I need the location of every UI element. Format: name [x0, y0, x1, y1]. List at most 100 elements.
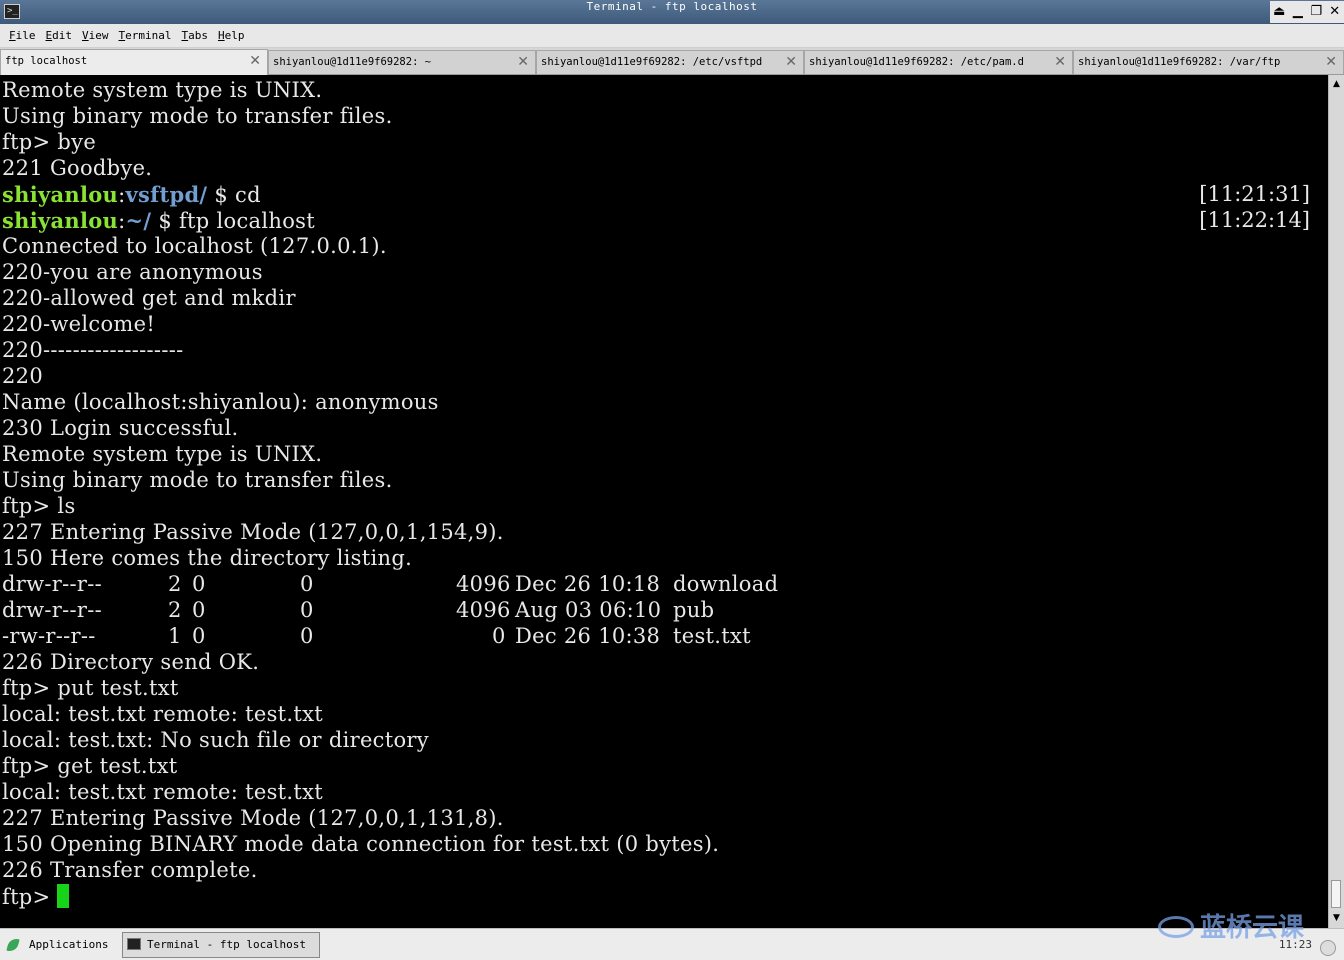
- terminal-line: 220: [2, 364, 43, 388]
- listing-size: 4096: [456, 572, 511, 596]
- listing-size: 4096: [456, 598, 511, 622]
- terminal-line: ftp> bye: [2, 130, 97, 154]
- tab-label: ftp localhost: [5, 55, 88, 67]
- prompt-dir: vsftpd/: [125, 182, 208, 207]
- listing-name: test.txt: [673, 624, 751, 648]
- tab-etc-vsftpd[interactable]: shiyanlou@1d11e9f69282: /etc/vsftpd ✕: [536, 50, 804, 74]
- listing-date: Dec 26 10:18: [515, 572, 661, 596]
- tab-bar: ftp localhost ✕ shiyanlou@1d11e9f69282: …: [0, 48, 1344, 75]
- close-button[interactable]: ✕: [1327, 2, 1343, 22]
- tab-etc-pam-d[interactable]: shiyanlou@1d11e9f69282: /etc/pam.d ✕: [804, 50, 1073, 74]
- shell-prompt: shiyanlou:~/ $ ftp localhost: [2, 208, 315, 233]
- menu-tabs[interactable]: Tabs: [181, 25, 208, 47]
- minimize-button[interactable]: ▁: [1290, 2, 1306, 22]
- listing-perm: -rw-r--r--: [2, 624, 96, 648]
- menu-file[interactable]: File: [9, 25, 36, 47]
- terminal-line: 150 Opening BINARY mode data connection …: [2, 832, 720, 856]
- close-icon: ✕: [1329, 4, 1341, 19]
- close-icon[interactable]: ✕: [249, 53, 261, 69]
- listing-row: drw-r--r-- 2 0 0 4096 Dec 26 10:18 downl…: [2, 572, 802, 598]
- close-icon[interactable]: ✕: [785, 54, 797, 70]
- listing-name: pub: [673, 598, 715, 622]
- terminal-scrollbar[interactable]: ▲ ▼: [1328, 75, 1344, 928]
- current-prompt-line[interactable]: ftp>: [2, 884, 70, 910]
- terminal-line: 220-allowed get and mkdir: [2, 286, 296, 310]
- terminal-line: 220-you are anonymous: [2, 260, 263, 284]
- applications-menu-button[interactable]: Applications: [2, 932, 114, 958]
- terminal-line: 227 Entering Passive Mode (127,0,0,1,131…: [2, 806, 504, 830]
- scrollbar-thumb[interactable]: [1331, 880, 1341, 908]
- terminal-line: 227 Entering Passive Mode (127,0,0,1,154…: [2, 520, 504, 544]
- listing-uid: 0: [192, 624, 206, 648]
- menu-bar: File Edit View Terminal Tabs Help: [0, 24, 1344, 48]
- logo-icon: [1158, 916, 1194, 938]
- shell-prompt: shiyanlou:vsftpd/ $ cd: [2, 182, 261, 207]
- terminal-line: ftp> get test.txt: [2, 754, 178, 778]
- listing-row: drw-r--r-- 2 0 0 4096 Aug 03 06:10 pub: [2, 598, 802, 624]
- text-cursor: [57, 884, 70, 908]
- menu-edit[interactable]: Edit: [46, 25, 73, 47]
- listing-gid: 0: [300, 572, 314, 596]
- prompt-timestamp: [11:22:14]: [1199, 208, 1310, 232]
- listing-name: download: [673, 572, 779, 596]
- tab-label: shiyanlou@1d11e9f69282: ~: [273, 56, 432, 68]
- restore-icon: ❐: [1310, 4, 1323, 19]
- watermark-logo: 蓝桥云课: [1158, 912, 1338, 944]
- terminal-line: Connected to localhost (127.0.0.1).: [2, 234, 387, 258]
- listing-date: Aug 03 06:10: [515, 598, 662, 622]
- listing-size: 0: [492, 624, 506, 648]
- listing-perm: drw-r--r--: [2, 572, 103, 596]
- terminal-output[interactable]: Remote system type is UNIX. Using binary…: [0, 75, 1328, 928]
- restore-button[interactable]: ❐: [1308, 2, 1324, 22]
- terminal-line: Remote system type is UNIX.: [2, 78, 323, 102]
- terminal-line: ftp> ls: [2, 494, 76, 518]
- tab-var-ftp[interactable]: shiyanlou@1d11e9f69282: /var/ftp ✕: [1073, 50, 1344, 74]
- taskbar-item-terminal[interactable]: Terminal - ftp localhost: [122, 932, 320, 958]
- listing-date: Dec 26 10:38: [515, 624, 661, 648]
- listing-row: -rw-r--r-- 1 0 0 0 Dec 26 10:38 test.txt: [2, 624, 802, 650]
- prompt-dir: ~/: [125, 208, 152, 233]
- terminal-line: 226 Directory send OK.: [2, 650, 260, 674]
- terminal-line: Remote system type is UNIX.: [2, 442, 323, 466]
- window-title: Terminal - ftp localhost: [586, 0, 758, 13]
- prompt-user: shiyanlou: [2, 208, 119, 233]
- leaf-icon: [6, 936, 20, 954]
- listing-links: 2: [168, 572, 182, 596]
- menu-view[interactable]: View: [82, 25, 109, 47]
- listing-links: 1: [168, 624, 182, 648]
- tab-home[interactable]: shiyanlou@1d11e9f69282: ~ ✕: [268, 50, 536, 74]
- tab-ftp-localhost[interactable]: ftp localhost ✕: [0, 49, 268, 75]
- terminal-line: 220-------------------: [2, 338, 184, 362]
- close-icon[interactable]: ✕: [1054, 54, 1066, 70]
- listing-gid: 0: [300, 598, 314, 622]
- minimize-icon: ▁: [1292, 4, 1303, 19]
- listing-gid: 0: [300, 624, 314, 648]
- taskbar-item-label: Terminal - ftp localhost: [147, 938, 306, 951]
- menu-terminal[interactable]: Terminal: [119, 25, 172, 47]
- terminal-line: Name (localhost:shiyanlou): anonymous: [2, 390, 439, 414]
- listing-perm: drw-r--r--: [2, 598, 103, 622]
- tab-label: shiyanlou@1d11e9f69282: /etc/vsftpd: [541, 56, 763, 68]
- close-icon[interactable]: ✕: [1325, 54, 1337, 70]
- taskbar: Applications Terminal - ftp localhost 11…: [0, 928, 1344, 960]
- title-bar[interactable]: >_ Terminal - ftp localhost ⏏ ▁ ❐ ✕: [0, 0, 1344, 24]
- scroll-up-icon[interactable]: ▲: [1329, 77, 1344, 91]
- shade-icon: ⏏: [1273, 4, 1286, 19]
- terminal-line: local: test.txt remote: test.txt: [2, 780, 323, 804]
- shade-button[interactable]: ⏏: [1271, 2, 1287, 22]
- tab-label: shiyanlou@1d11e9f69282: /var/ftp: [1078, 56, 1281, 68]
- applications-label: Applications: [29, 938, 109, 951]
- window-controls: ⏏ ▁ ❐ ✕: [1270, 1, 1344, 23]
- prompt-timestamp: [11:21:31]: [1199, 182, 1310, 206]
- terminal-window: >_ Terminal - ftp localhost ⏏ ▁ ❐ ✕ File…: [0, 0, 1344, 960]
- terminal-line: 220-welcome!: [2, 312, 156, 336]
- terminal-line: local: test.txt: No such file or directo…: [2, 728, 429, 752]
- menu-help[interactable]: Help: [218, 25, 245, 47]
- prompt-command: $ cd: [207, 183, 261, 207]
- terminal-line: 221 Goodbye.: [2, 156, 153, 180]
- listing-uid: 0: [192, 572, 206, 596]
- close-icon[interactable]: ✕: [517, 54, 529, 70]
- terminal-line: ftp> put test.txt: [2, 676, 179, 700]
- terminal-line: Using binary mode to transfer files.: [2, 468, 393, 492]
- listing-uid: 0: [192, 598, 206, 622]
